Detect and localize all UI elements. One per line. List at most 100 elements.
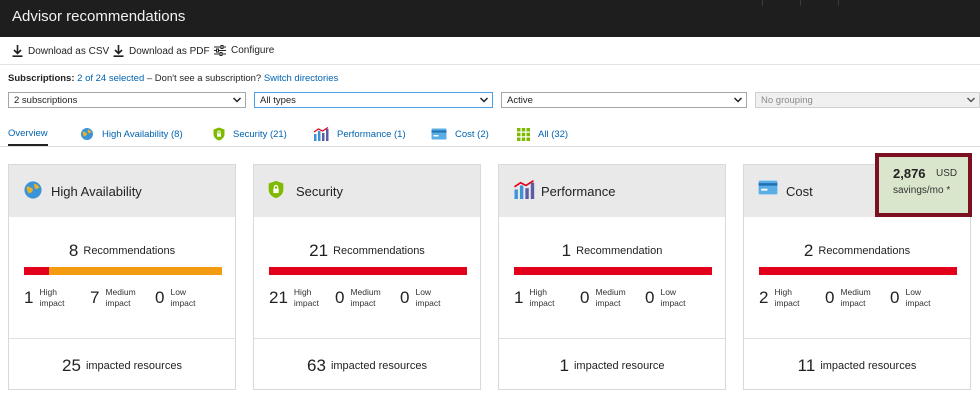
cost-savings-highlight: 2,876 USD savings/mo * <box>875 153 972 217</box>
tab-cost[interactable]: Cost (2) <box>431 122 489 146</box>
title-bar-control[interactable] <box>800 0 834 6</box>
download-csv-label: Download as CSV <box>28 45 110 57</box>
card-icon <box>431 128 447 140</box>
download-csv-button[interactable]: Download as CSV <box>12 45 109 57</box>
chevron-down-icon <box>232 97 242 103</box>
types-dropdown[interactable]: All types <box>254 92 493 108</box>
medium-impact: 7 Medium impact <box>90 287 143 309</box>
high-impact-count: 1 <box>24 288 34 307</box>
medium-impact-label: Medium impact <box>105 287 136 308</box>
low-impact-label: Low impact <box>905 287 931 308</box>
card-header: Security <box>254 165 480 217</box>
recommendation-number: 1 <box>561 241 572 260</box>
low-impact: 0 Low impact <box>400 287 447 309</box>
card-high-availability[interactable]: High Availability 8 Recommendations 1 High… <box>8 164 236 390</box>
high-impact-label: High impact <box>774 287 800 308</box>
medium-impact-label: Medium impact <box>840 287 871 308</box>
category-tabs: Overview High Availability (8) Security … <box>0 117 980 147</box>
recommendation-number: 21 <box>309 241 329 260</box>
resources-label: impacted resource <box>573 360 665 372</box>
card-security[interactable]: Security 21 Recommendations 21 High impact… <box>253 164 481 390</box>
card-title: Security <box>296 184 343 199</box>
switch-directories-link[interactable]: Switch directories <box>264 73 338 84</box>
high-impact: 2 High impact <box>759 287 806 309</box>
impact-breakdown: 2 High impact 0 Medium impact 0 Low impact <box>759 287 964 313</box>
impact-breakdown: 21 High impact 0 Medium impact 0 Low impact <box>269 287 474 313</box>
high-impact: 1 High impact <box>514 287 561 309</box>
title-bar-control[interactable] <box>838 0 872 6</box>
card-title: Performance <box>541 184 616 199</box>
resources-number: 11 <box>797 356 816 375</box>
impact-breakdown: 1 High impact 7 Medium impact 0 Low impact <box>24 287 229 313</box>
subscriptions-label: Subscriptions: <box>8 73 75 84</box>
resources-label: impacted resources <box>330 360 427 372</box>
status-dropdown[interactable]: Active <box>501 92 747 108</box>
sliders-icon <box>214 45 226 56</box>
medium-impact: 0 Medium impact <box>825 287 878 309</box>
impact-breakdown: 1 High impact 0 Medium impact 0 Low impact <box>514 287 719 313</box>
savings-label: savings/mo * <box>893 185 951 196</box>
download-pdf-button[interactable]: Download as PDF <box>113 45 210 57</box>
window-title: Advisor recommendations <box>12 8 186 25</box>
subscriptions-selected-link[interactable]: 2 of 24 selected <box>77 73 144 84</box>
medium-impact-count: 0 <box>825 288 835 307</box>
low-impact: 0 Low impact <box>890 287 937 309</box>
subscriptions-question: – Don't see a subscription? <box>144 73 262 84</box>
grouping-dropdown[interactable]: No grouping <box>755 92 980 108</box>
low-impact-count: 0 <box>155 288 165 307</box>
status-dropdown-value: Active <box>507 95 533 106</box>
high-impact-count: 2 <box>759 288 769 307</box>
tab-performance[interactable]: Performance (1) <box>313 122 406 146</box>
resources-label: impacted resources <box>820 360 917 372</box>
medium-impact-label: Medium impact <box>595 287 626 308</box>
shield-icon <box>268 180 284 199</box>
tab-overview[interactable]: Overview <box>8 122 48 146</box>
recommendation-label: Recommendations <box>83 245 176 257</box>
high-impact-count: 1 <box>514 288 524 307</box>
subscriptions-dropdown[interactable]: 2 subscriptions <box>8 92 246 108</box>
low-impact-label: Low impact <box>170 287 196 308</box>
tab-label: Performance (1) <box>337 128 406 140</box>
tab-label: Cost (2) <box>455 128 489 140</box>
recommendation-number: 8 <box>68 241 79 260</box>
high-impact-count: 21 <box>269 288 288 307</box>
card-divider <box>499 338 725 339</box>
impacted-resources: 63 impacted resources <box>254 356 480 376</box>
impact-bar-medium <box>48 267 222 275</box>
grid-icon <box>517 127 530 141</box>
medium-impact: 0 Medium impact <box>335 287 388 309</box>
title-bar-control[interactable] <box>762 0 796 6</box>
card-header: Performance <box>499 165 725 217</box>
shield-icon <box>213 127 225 141</box>
medium-impact-count: 0 <box>335 288 345 307</box>
impact-bar <box>759 267 957 275</box>
tab-high-availability[interactable]: High Availability (8) <box>80 122 183 146</box>
high-impact: 1 High impact <box>24 287 71 309</box>
low-impact-label: Low impact <box>660 287 686 308</box>
download-icon <box>12 45 23 57</box>
subscriptions-info: Subscriptions: 2 of 24 selected – Don't … <box>8 73 338 84</box>
tab-all[interactable]: All (32) <box>517 122 568 146</box>
configure-button[interactable]: Configure <box>214 45 274 56</box>
medium-impact-count: 7 <box>90 288 100 307</box>
download-icon <box>113 45 124 57</box>
chevron-down-icon <box>479 97 489 103</box>
low-impact-count: 0 <box>400 288 410 307</box>
high-impact-label: High impact <box>529 287 555 308</box>
tab-label: Overview <box>8 127 48 139</box>
download-pdf-label: Download as PDF <box>129 45 210 57</box>
impact-bar-high <box>269 267 467 275</box>
medium-impact-label: Medium impact <box>350 287 381 308</box>
tab-security[interactable]: Security (21) <box>213 122 287 146</box>
low-impact-label: Low impact <box>415 287 441 308</box>
tab-label: Security (21) <box>233 128 287 140</box>
configure-label: Configure <box>231 45 275 56</box>
card-title: High Availability <box>51 184 142 199</box>
card-header: High Availability <box>9 165 235 217</box>
subscriptions-dropdown-value: 2 subscriptions <box>14 95 78 106</box>
grouping-dropdown-value: No grouping <box>761 95 813 106</box>
impact-bar-high <box>759 267 957 275</box>
bar-chart-icon <box>313 127 329 141</box>
recommendation-label: Recommendations <box>333 245 425 257</box>
card-performance[interactable]: Performance 1 Recommendation 1 High impact… <box>498 164 726 390</box>
